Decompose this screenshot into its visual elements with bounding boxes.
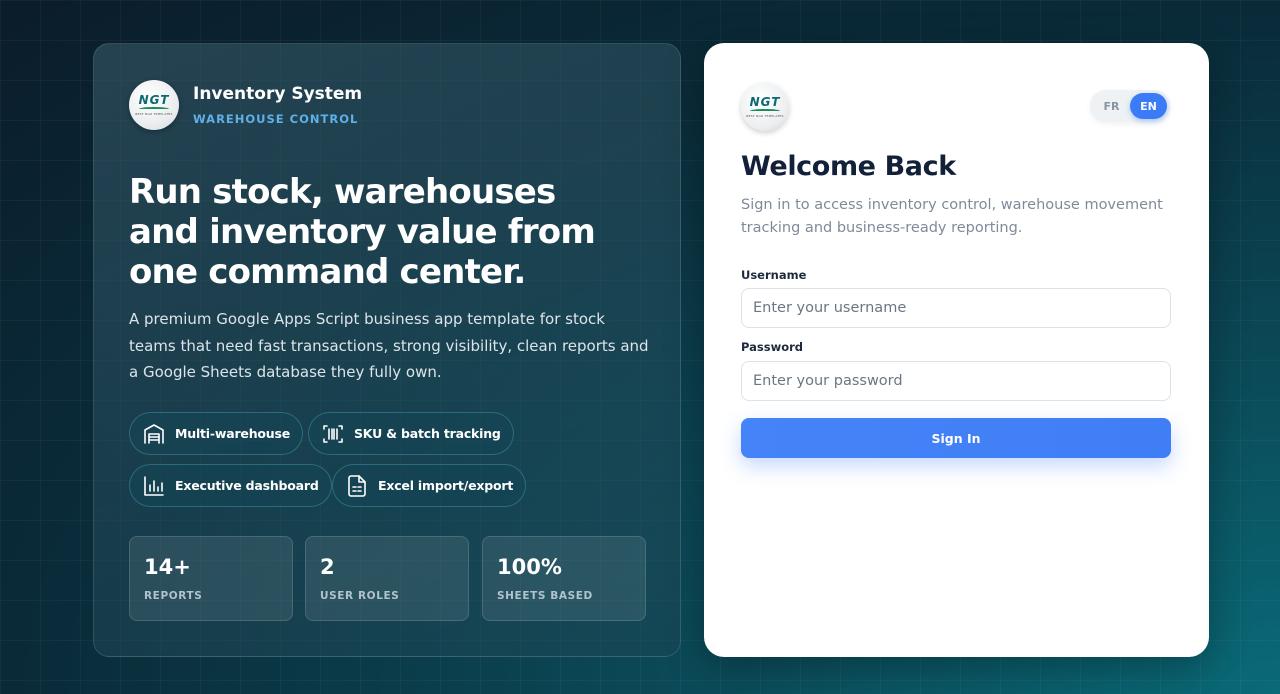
bar-chart-icon — [144, 475, 164, 496]
headline-line-1: Run stock, warehouses — [129, 172, 556, 212]
logo-swoosh — [139, 107, 169, 111]
brand-header: NGT BEST NGR TEMPLATES Inventory System … — [129, 80, 362, 130]
logo-subtext: BEST NGR TEMPLATES — [135, 112, 173, 116]
username-label: Username — [741, 268, 807, 282]
login-subtitle: Sign in to access inventory control, war… — [741, 197, 1163, 236]
feature-chip-multi-warehouse: Multi-warehouse — [129, 412, 303, 455]
stat-card-user-roles: 2 USER ROLES — [305, 536, 469, 621]
app-title: Inventory System — [193, 84, 363, 104]
password-input[interactable] — [741, 361, 1171, 401]
feature-chip-excel-import-export: Excel import/export — [332, 464, 527, 507]
stat-value: 2 — [320, 555, 335, 579]
stat-value: 100% — [497, 555, 562, 579]
brand-text: Inventory System WAREHOUSE CONTROL — [193, 84, 362, 126]
sign-in-button[interactable]: Sign In — [741, 418, 1171, 458]
stat-card-sheets-based: 100% SHEETS BASED — [482, 536, 646, 621]
feature-label: Multi-warehouse — [175, 426, 290, 441]
app-subtitle: WAREHOUSE CONTROL — [193, 112, 359, 126]
headline-line-3: one command center. — [129, 252, 526, 292]
login-logo: NGT BEST NGR TEMPLATES — [741, 83, 789, 131]
warehouse-icon — [144, 423, 164, 444]
feature-label: SKU & batch tracking — [354, 426, 501, 441]
feature-chip-sku-tracking: SKU & batch tracking — [308, 412, 514, 455]
barcode-icon — [323, 424, 343, 443]
headline-line-2: and inventory value from — [129, 212, 596, 252]
feature-label: Excel import/export — [378, 478, 514, 493]
username-input[interactable] — [741, 288, 1171, 328]
brand-logo: NGT BEST NGR TEMPLATES — [129, 80, 179, 130]
login-card: NGT BEST NGR TEMPLATES FR EN Welcome Bac… — [704, 43, 1209, 657]
password-label: Password — [741, 340, 803, 354]
stat-card-reports: 14+ REPORTS — [129, 536, 293, 621]
lang-en-button[interactable]: EN — [1130, 93, 1167, 119]
hero-headline: Run stock, warehouses and inventory valu… — [129, 172, 649, 292]
feature-label: Executive dashboard — [175, 478, 319, 493]
stat-value: 14+ — [144, 555, 191, 579]
lang-fr-button[interactable]: FR — [1093, 93, 1130, 119]
logo-text: NGT — [749, 95, 781, 109]
hero-panel: NGT BEST NGR TEMPLATES Inventory System … — [93, 43, 681, 657]
stat-label: SHEETS BASED — [497, 590, 593, 602]
hero-description: A premium Google Apps Script business ap… — [129, 310, 649, 381]
language-toggle: FR EN — [1090, 90, 1170, 122]
spreadsheet-file-icon — [348, 474, 366, 497]
feature-chip-executive-dashboard: Executive dashboard — [129, 464, 332, 507]
logo-subtext: BEST NGR TEMPLATES — [746, 114, 784, 118]
login-title: Welcome Back — [741, 151, 956, 182]
logo-swoosh — [750, 109, 780, 113]
stat-label: USER ROLES — [320, 590, 400, 602]
stat-label: REPORTS — [144, 590, 203, 602]
logo-text: NGT — [138, 93, 170, 107]
